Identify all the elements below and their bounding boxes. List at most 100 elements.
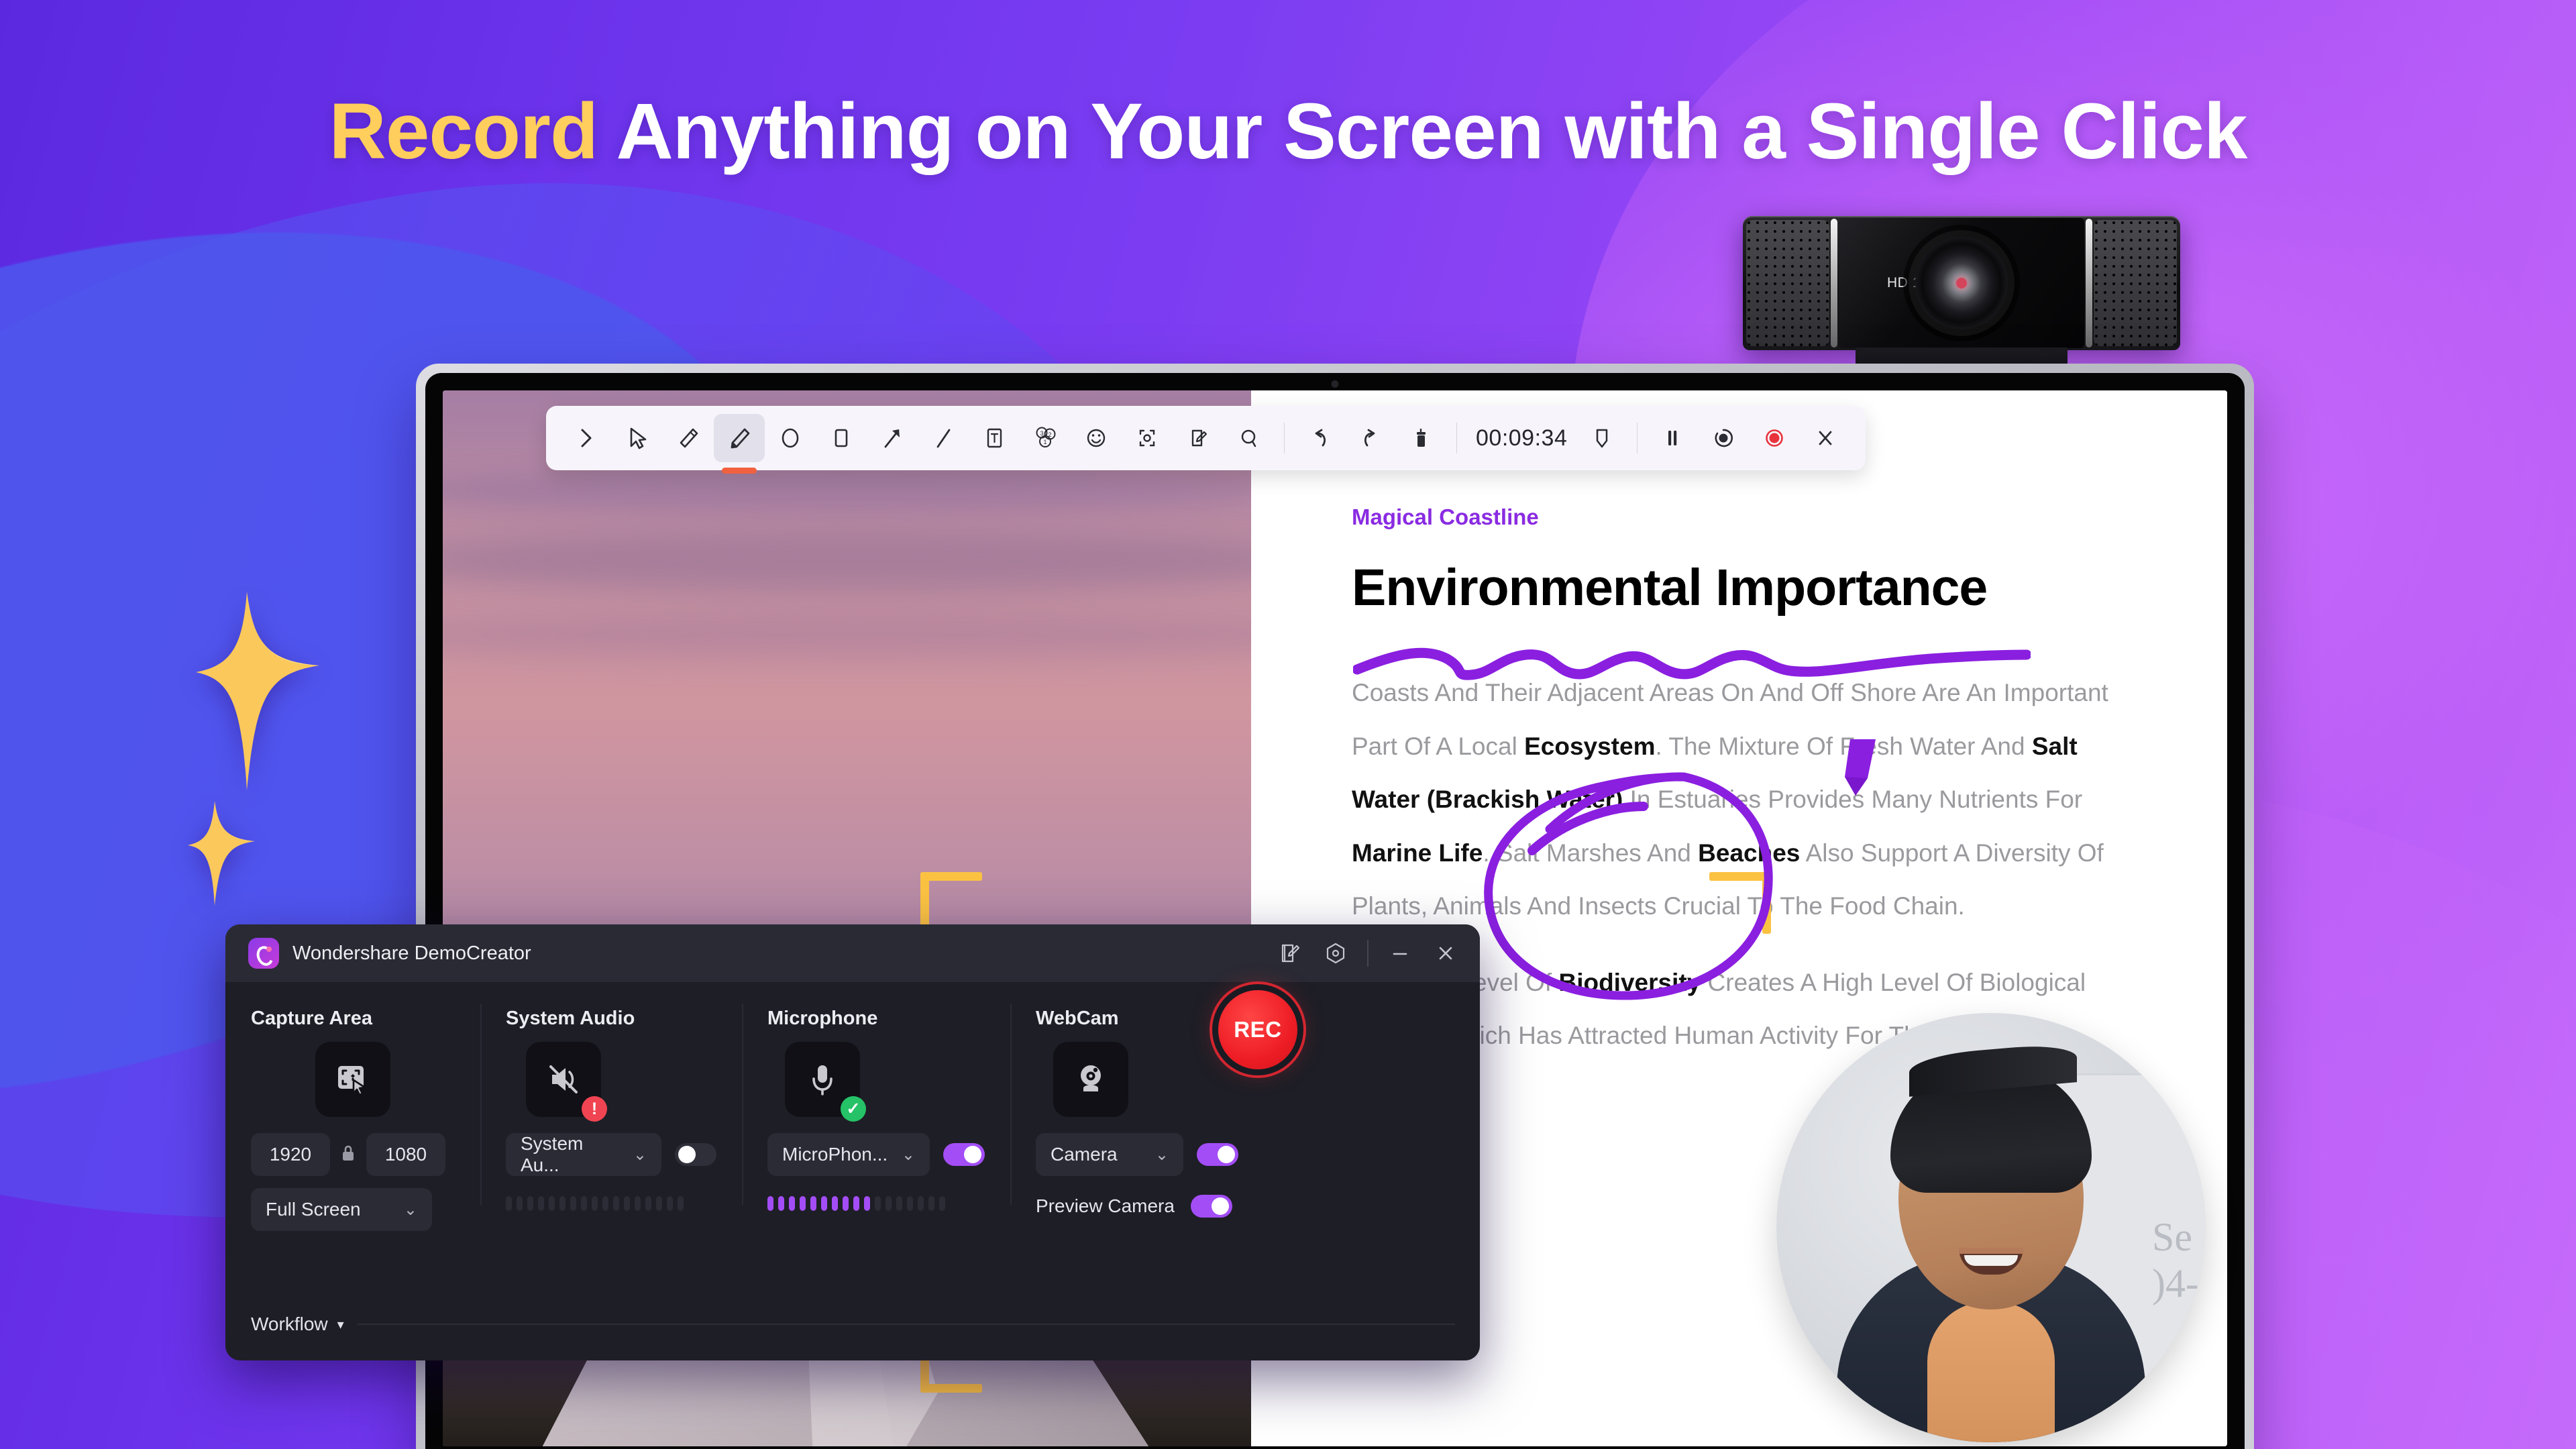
capture-width-input[interactable]: 1920 [251, 1133, 330, 1176]
rec-button[interactable]: REC [1218, 990, 1297, 1069]
chevron-down-icon: ⌄ [633, 1145, 647, 1164]
webcam-body: HD 1080p [1743, 216, 2180, 350]
line-icon[interactable] [918, 414, 969, 462]
close-icon[interactable] [1432, 939, 1460, 967]
chevron-down-icon: ⌄ [403, 1200, 417, 1219]
workflow-divider [357, 1324, 1455, 1325]
meter-bar [517, 1196, 523, 1211]
meter-bar [800, 1196, 806, 1211]
gear-icon[interactable] [1322, 939, 1350, 967]
edit-note-icon[interactable] [1276, 939, 1304, 967]
magnifier-icon[interactable] [1224, 414, 1275, 462]
panel-title: Wondershare DemoCreator [292, 942, 531, 964]
trash-icon[interactable] [1396, 414, 1447, 462]
chevron-down-icon: ⌄ [901, 1145, 915, 1164]
document-text-run: In Estuaries Provides Many Nutrients For [1623, 786, 2083, 814]
capture-area-icon[interactable] [315, 1042, 390, 1117]
cursor-select-icon[interactable] [612, 414, 663, 462]
meter-bar [896, 1196, 902, 1211]
shield-icon[interactable] [1576, 414, 1627, 462]
arrow-icon[interactable] [867, 414, 918, 462]
meter-bar [667, 1196, 673, 1211]
spotlight-icon[interactable] [1122, 414, 1173, 462]
undo-icon[interactable] [1294, 414, 1345, 462]
meter-bar [506, 1196, 512, 1211]
webcam-lens-icon [1915, 237, 2008, 329]
webcam-toggle[interactable] [1197, 1143, 1238, 1166]
sparkle-small-icon [186, 800, 257, 907]
meter-bar [918, 1196, 924, 1211]
headline-rest: Anything on Your Screen with a Single Cl… [598, 87, 2247, 176]
redo-icon[interactable] [1345, 414, 1396, 462]
workflow-row[interactable]: Workflow ▾ [251, 1313, 1455, 1335]
meter-bar [928, 1196, 934, 1211]
microphone-toggle[interactable] [943, 1143, 985, 1166]
panel-column-microphone: Microphone ✓ MicroPhon... ⌄ [742, 1004, 1010, 1360]
microphone-label: Microphone [767, 1008, 878, 1029]
lock-icon[interactable] [339, 1143, 357, 1167]
webcam-grille-right [2094, 220, 2177, 346]
meter-bar [832, 1196, 838, 1211]
meter-bar [853, 1196, 859, 1211]
meter-bar [864, 1196, 870, 1211]
chevron-down-icon[interactable]: ▾ [337, 1316, 344, 1333]
squiggle-underline-annotation [1352, 640, 2032, 680]
recording-toolbar[interactable]: 3 2 1 00:09:34 [546, 406, 1866, 470]
document-title: Environmental Importance [1352, 559, 1988, 616]
panel-titlebar[interactable]: Wondershare DemoCreator [225, 924, 1480, 982]
system-audio-level-meter [506, 1196, 716, 1211]
panel-window-controls[interactable] [1276, 939, 1460, 967]
webcam-icon[interactable] [1053, 1042, 1128, 1117]
eraser-icon[interactable] [663, 414, 714, 462]
meter-bar [907, 1196, 913, 1211]
system-audio-toggle[interactable] [675, 1143, 716, 1166]
meter-bar [570, 1196, 576, 1211]
capture-area-label: Capture Area [251, 1008, 373, 1029]
document-highlight-term: Beaches [1698, 839, 1801, 867]
capture-height-input[interactable]: 1080 [366, 1133, 445, 1176]
pause-icon[interactable] [1647, 414, 1698, 462]
webcam-highlight-right [2086, 219, 2092, 347]
emoji-icon[interactable] [1071, 414, 1122, 462]
democreator-control-panel[interactable]: Wondershare DemoCreator Capture Area 192… [225, 924, 1480, 1360]
preview-camera-toggle[interactable] [1190, 1195, 1232, 1218]
pen-icon[interactable] [714, 414, 765, 462]
rectangle-icon[interactable] [816, 414, 867, 462]
laptop-camera-icon [1331, 380, 1339, 388]
svg-text:3: 3 [1040, 430, 1043, 437]
restart-icon[interactable] [1698, 414, 1749, 462]
expand-chevron-icon[interactable] [561, 414, 612, 462]
meter-bar [885, 1196, 892, 1211]
microphone-device-select[interactable]: MicroPhon... ⌄ [767, 1133, 930, 1176]
toolbar-divider-2 [1456, 423, 1457, 453]
system-audio-label: System Audio [506, 1008, 635, 1029]
meter-bar [592, 1196, 598, 1211]
webcam-device-select[interactable]: Camera ⌄ [1036, 1133, 1183, 1176]
capture-mode-select[interactable]: Full Screen ⌄ [251, 1188, 432, 1231]
webcam-highlight-left [1831, 219, 1837, 347]
toolbar-divider-1 [1284, 423, 1285, 453]
webcam-device-value: Camera [1051, 1144, 1118, 1165]
meter-bar [645, 1196, 651, 1211]
close-icon[interactable] [1800, 414, 1851, 462]
meter-bar [821, 1196, 827, 1211]
document-text-run: . The Mixture Of Fresh Water And [1655, 732, 2032, 760]
speaker-muted-icon[interactable]: ! [526, 1042, 607, 1122]
record-stop-icon[interactable] [1749, 414, 1800, 462]
text-icon[interactable] [969, 414, 1020, 462]
cloud-band-low [443, 612, 1251, 659]
headline-accent-word: Record [329, 87, 599, 176]
status-badge-error: ! [582, 1096, 607, 1122]
document-eyebrow: Magical Coastline [1352, 504, 1539, 529]
step-numbers-icon[interactable]: 3 2 1 [1020, 414, 1071, 462]
ellipse-icon[interactable] [765, 414, 816, 462]
document-highlight-term: Ecosystem [1524, 732, 1656, 760]
annotate-clipboard-icon[interactable] [1173, 414, 1224, 462]
minimize-icon[interactable] [1386, 939, 1414, 967]
meter-bar [613, 1196, 619, 1211]
microphone-device-value: MicroPhon... [782, 1144, 888, 1165]
meter-bar [875, 1196, 881, 1211]
system-audio-device-select[interactable]: System Au... ⌄ [506, 1133, 661, 1176]
microphone-icon[interactable]: ✓ [785, 1042, 866, 1122]
chevron-down-icon: ⌄ [1155, 1145, 1169, 1164]
